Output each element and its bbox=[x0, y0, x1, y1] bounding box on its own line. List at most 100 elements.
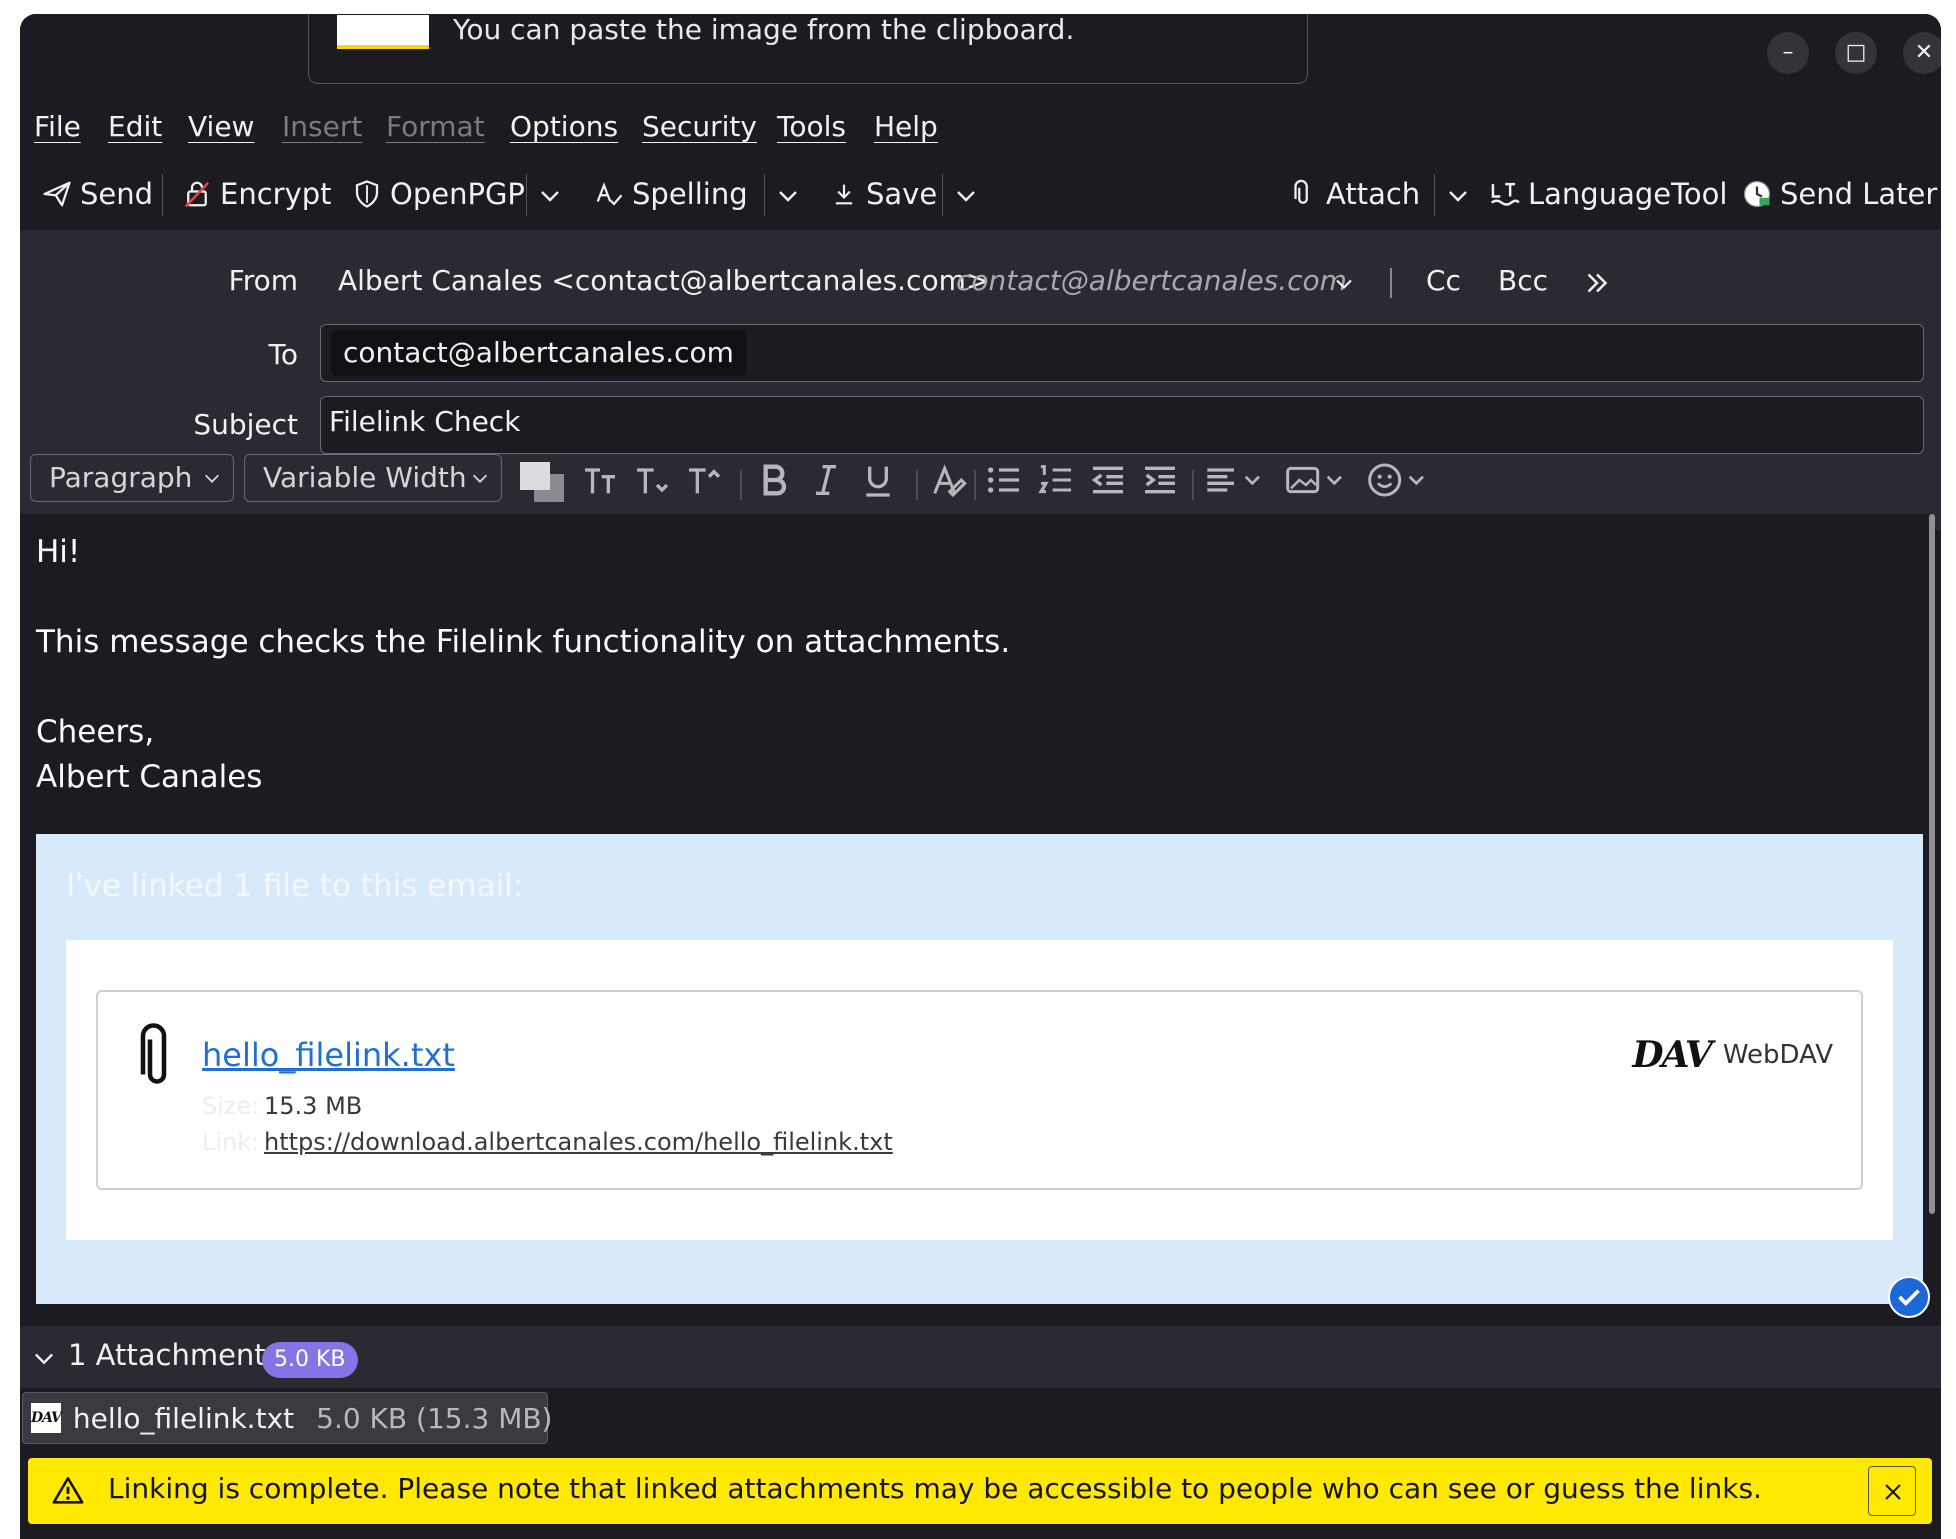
message-body[interactable]: Hi! This message checks the Filelink fun… bbox=[20, 514, 1935, 1326]
spelling-button[interactable]: Spelling bbox=[594, 172, 748, 216]
font-size-reset-icon[interactable] bbox=[580, 460, 620, 500]
italic-icon[interactable] bbox=[806, 460, 846, 500]
close-icon: ✕ bbox=[1914, 40, 1934, 65]
body-line: This message checks the Filelink functio… bbox=[36, 624, 1011, 660]
toolbar-separator bbox=[764, 174, 765, 216]
filelink-card: hello_filelink.txt Size: 15.3 MB Link: h… bbox=[96, 990, 1863, 1190]
filelink-heading: I've linked 1 file to this email: bbox=[66, 868, 524, 904]
underline-icon[interactable] bbox=[858, 460, 898, 500]
close-window-button[interactable]: ✕ bbox=[1903, 32, 1941, 74]
download-link[interactable]: https://download.albertcanales.com/hello… bbox=[264, 1128, 893, 1156]
subject-field[interactable]: Filelink Check bbox=[320, 396, 1924, 454]
maximize-button[interactable]: □ bbox=[1835, 32, 1877, 74]
menu-view[interactable]: View bbox=[188, 110, 254, 143]
attachment-bucket-header[interactable]: 1 Attachment 5.0 KB bbox=[20, 1326, 1941, 1388]
attachment-item[interactable]: DAV hello_filelink.txt 5.0 KB (15.3 MB) bbox=[22, 1392, 552, 1444]
more-recipients-icon[interactable] bbox=[1580, 266, 1614, 300]
chevron-down-icon[interactable] bbox=[950, 176, 982, 216]
shield-icon bbox=[355, 180, 379, 208]
lock-crossed-icon bbox=[184, 181, 210, 208]
insert-image-icon[interactable] bbox=[1284, 460, 1348, 500]
menu-tools[interactable]: Tools bbox=[777, 110, 846, 143]
menu-file[interactable]: File bbox=[34, 110, 81, 143]
attachment-list: DAV hello_filelink.txt 5.0 KB (15.3 MB) bbox=[20, 1388, 1941, 1462]
menu-edit[interactable]: Edit bbox=[108, 110, 162, 143]
clock-icon bbox=[1743, 180, 1771, 208]
chevron-down-icon[interactable] bbox=[772, 176, 804, 216]
chevron-down-icon[interactable] bbox=[534, 176, 566, 216]
menu-options[interactable]: Options bbox=[510, 110, 618, 143]
to-label: To bbox=[268, 338, 298, 371]
send-later-button[interactable]: Send Later bbox=[1742, 172, 1937, 216]
outdent-icon[interactable] bbox=[1088, 460, 1128, 500]
text-style-icon[interactable] bbox=[928, 460, 968, 500]
chevron-down-icon[interactable] bbox=[30, 1344, 58, 1372]
spelling-label: Spelling bbox=[632, 177, 748, 211]
maximize-icon: □ bbox=[1845, 40, 1867, 65]
recipient-pill[interactable]: contact@albertcanales.com bbox=[331, 330, 746, 376]
close-icon bbox=[1885, 1484, 1901, 1500]
menu-security[interactable]: Security bbox=[642, 110, 757, 143]
menubar: File Edit View Insert Format Options Sec… bbox=[20, 102, 1941, 162]
openpgp-label: OpenPGP bbox=[390, 177, 525, 211]
font-size-larger-icon[interactable] bbox=[684, 460, 724, 500]
indent-icon[interactable] bbox=[1140, 460, 1180, 500]
openpgp-button[interactable]: OpenPGP bbox=[352, 172, 525, 216]
to-field[interactable]: contact@albertcanales.com bbox=[320, 324, 1924, 382]
attach-button[interactable]: Attach bbox=[1288, 172, 1420, 216]
cc-button[interactable]: Cc bbox=[1426, 264, 1461, 297]
minimize-button[interactable]: – bbox=[1767, 32, 1809, 74]
compose-toolbar: Send Encrypt OpenPGP Spelling Save Attac… bbox=[20, 162, 1941, 228]
minimize-icon: – bbox=[1782, 40, 1794, 65]
warning-icon bbox=[52, 1476, 84, 1504]
languagetool-label: LanguageTool bbox=[1528, 177, 1728, 211]
close-notification-button[interactable] bbox=[1868, 1466, 1916, 1516]
subject-input[interactable]: Filelink Check bbox=[329, 405, 520, 438]
paragraph-select-label: Paragraph bbox=[49, 461, 193, 494]
chevron-down-icon bbox=[472, 474, 488, 483]
bullet-list-icon[interactable] bbox=[984, 460, 1024, 500]
provider-name: WebDAV bbox=[1722, 1040, 1833, 1070]
chevron-down-icon[interactable] bbox=[1442, 176, 1474, 216]
from-address-hint: contact@albertcanales.com bbox=[956, 264, 1347, 297]
numbered-list-icon[interactable] bbox=[1036, 460, 1076, 500]
menu-help[interactable]: Help bbox=[874, 110, 938, 143]
font-select[interactable]: Variable Width bbox=[244, 454, 502, 502]
filelink-file-link[interactable]: hello_filelink.txt bbox=[202, 1036, 455, 1074]
from-identity[interactable]: Albert Canales <contact@albertcanales.co… bbox=[338, 264, 989, 297]
align-menu-icon[interactable] bbox=[1202, 460, 1266, 500]
attachment-count: 1 Attachment bbox=[68, 1338, 266, 1372]
text-color-icon[interactable] bbox=[516, 458, 566, 504]
clipboard-popup: You can paste the image from the clipboa… bbox=[308, 14, 1308, 84]
smiley-icon[interactable] bbox=[1366, 460, 1430, 500]
body-scrollbar[interactable] bbox=[1929, 514, 1935, 1214]
languagetool-button[interactable]: LanguageTool bbox=[1488, 172, 1727, 216]
encrypt-button[interactable]: Encrypt bbox=[182, 172, 332, 216]
provider-info: DAV WebDAV bbox=[1632, 1034, 1833, 1076]
download-icon bbox=[835, 184, 853, 205]
send-button[interactable]: Send bbox=[42, 172, 153, 216]
from-label: From bbox=[228, 264, 298, 297]
chevron-down-icon[interactable] bbox=[1330, 270, 1358, 298]
paragraph-select[interactable]: Paragraph bbox=[30, 454, 234, 502]
filelink-notification: Linking is complete. Please note that li… bbox=[28, 1458, 1932, 1524]
font-size-smaller-icon[interactable] bbox=[632, 460, 672, 500]
format-separator bbox=[916, 470, 918, 500]
webdav-icon: DAV bbox=[31, 1403, 62, 1433]
body-line: Hi! bbox=[36, 534, 81, 570]
size-label: Size: bbox=[202, 1092, 260, 1120]
bcc-button[interactable]: Bcc bbox=[1498, 264, 1548, 297]
attachment-size-badge: 5.0 KB bbox=[262, 1342, 358, 1378]
save-button[interactable]: Save bbox=[830, 172, 937, 216]
menu-insert[interactable]: Insert bbox=[282, 110, 362, 143]
encrypt-label: Encrypt bbox=[220, 177, 332, 211]
paperclip-icon bbox=[140, 1023, 167, 1084]
send-label: Send bbox=[80, 177, 154, 211]
attachment-size: 5.0 KB (15.3 MB) bbox=[316, 1401, 553, 1435]
filelink-container: hello_filelink.txt Size: 15.3 MB Link: h… bbox=[66, 940, 1893, 1240]
clipboard-thumbnail bbox=[337, 15, 429, 49]
bold-icon[interactable] bbox=[754, 460, 794, 500]
attach-label: Attach bbox=[1326, 177, 1421, 211]
header-separator bbox=[1390, 268, 1392, 298]
menu-format[interactable]: Format bbox=[386, 110, 485, 143]
